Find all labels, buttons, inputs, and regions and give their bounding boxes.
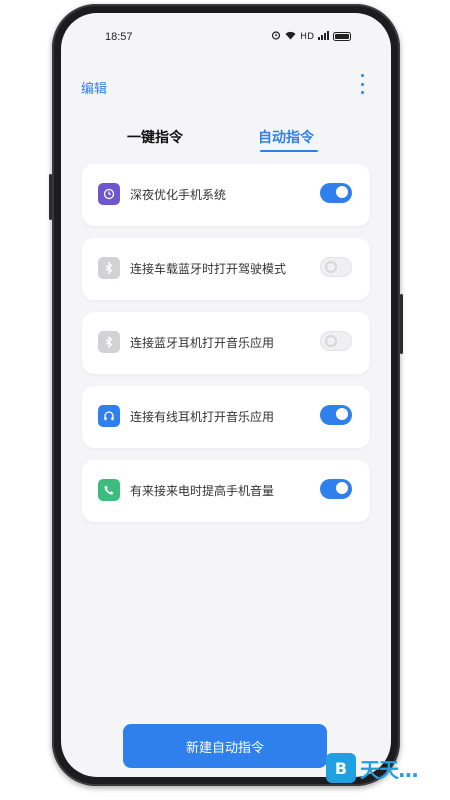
signal-icon bbox=[318, 30, 329, 43]
command-card-bt-headset[interactable]: 连接蓝牙耳机打开音乐应用 bbox=[82, 312, 370, 374]
edit-button[interactable]: 编辑 bbox=[81, 78, 107, 97]
toggle-knob bbox=[325, 335, 337, 347]
command-label: 有来接来电时提高手机音量 bbox=[130, 484, 275, 498]
wifi-icon bbox=[285, 31, 296, 43]
toggle-switch[interactable] bbox=[320, 405, 352, 425]
toggle-knob bbox=[325, 261, 337, 273]
phone-icon bbox=[98, 479, 120, 501]
power-button bbox=[400, 294, 403, 354]
command-card-incoming-call-volume[interactable]: 有来接来电时提高手机音量 bbox=[82, 460, 370, 522]
clock-icon bbox=[98, 183, 120, 205]
command-card-car-bluetooth[interactable]: 连接车载蓝牙时打开驾驶模式 bbox=[82, 238, 370, 300]
hd-icon: HD bbox=[300, 31, 314, 42]
watermark-logo: B 天天... bbox=[326, 748, 450, 788]
bluetooth-icon bbox=[98, 257, 120, 279]
phone-frame: 18:57 HD 编辑 一键指令 自动指令 深夜优化手机系统 连接车载蓝牙时打开… bbox=[49, 4, 403, 786]
screen: 18:57 HD 编辑 一键指令 自动指令 深夜优化手机系统 连接车载蓝牙时打开… bbox=[61, 13, 391, 777]
alarm-icon bbox=[271, 30, 281, 43]
command-label: 连接车载蓝牙时打开驾驶模式 bbox=[130, 262, 287, 276]
active-tab-indicator bbox=[260, 150, 318, 152]
toggle-switch[interactable] bbox=[320, 331, 352, 351]
battery-icon bbox=[333, 32, 351, 41]
watermark-badge: B bbox=[326, 753, 356, 783]
bluetooth-icon bbox=[98, 331, 120, 353]
command-card-night-optimize[interactable]: 深夜优化手机系统 bbox=[82, 164, 370, 226]
toggle-knob bbox=[336, 482, 348, 494]
status-time: 18:57 bbox=[105, 31, 133, 43]
tab-auto-commands[interactable]: 自动指令 bbox=[258, 127, 314, 147]
headset-icon bbox=[98, 405, 120, 427]
more-vertical-icon[interactable] bbox=[355, 74, 369, 94]
toggle-switch[interactable] bbox=[320, 479, 352, 499]
command-label: 深夜优化手机系统 bbox=[130, 188, 227, 202]
command-label: 连接蓝牙耳机打开音乐应用 bbox=[130, 336, 275, 350]
watermark-text: 天天... bbox=[360, 757, 419, 782]
volume-button bbox=[49, 174, 52, 220]
toggle-switch[interactable] bbox=[320, 257, 352, 277]
new-auto-command-button[interactable]: 新建自动指令 bbox=[123, 724, 327, 768]
command-label: 连接有线耳机打开音乐应用 bbox=[130, 410, 275, 424]
status-icons: HD bbox=[271, 30, 351, 43]
toggle-knob bbox=[336, 186, 348, 198]
toggle-switch[interactable] bbox=[320, 183, 352, 203]
command-card-wired-headset[interactable]: 连接有线耳机打开音乐应用 bbox=[82, 386, 370, 448]
tab-one-tap-commands[interactable]: 一键指令 bbox=[127, 127, 183, 147]
status-bar: 18:57 HD bbox=[61, 13, 391, 53]
toggle-knob bbox=[336, 408, 348, 420]
